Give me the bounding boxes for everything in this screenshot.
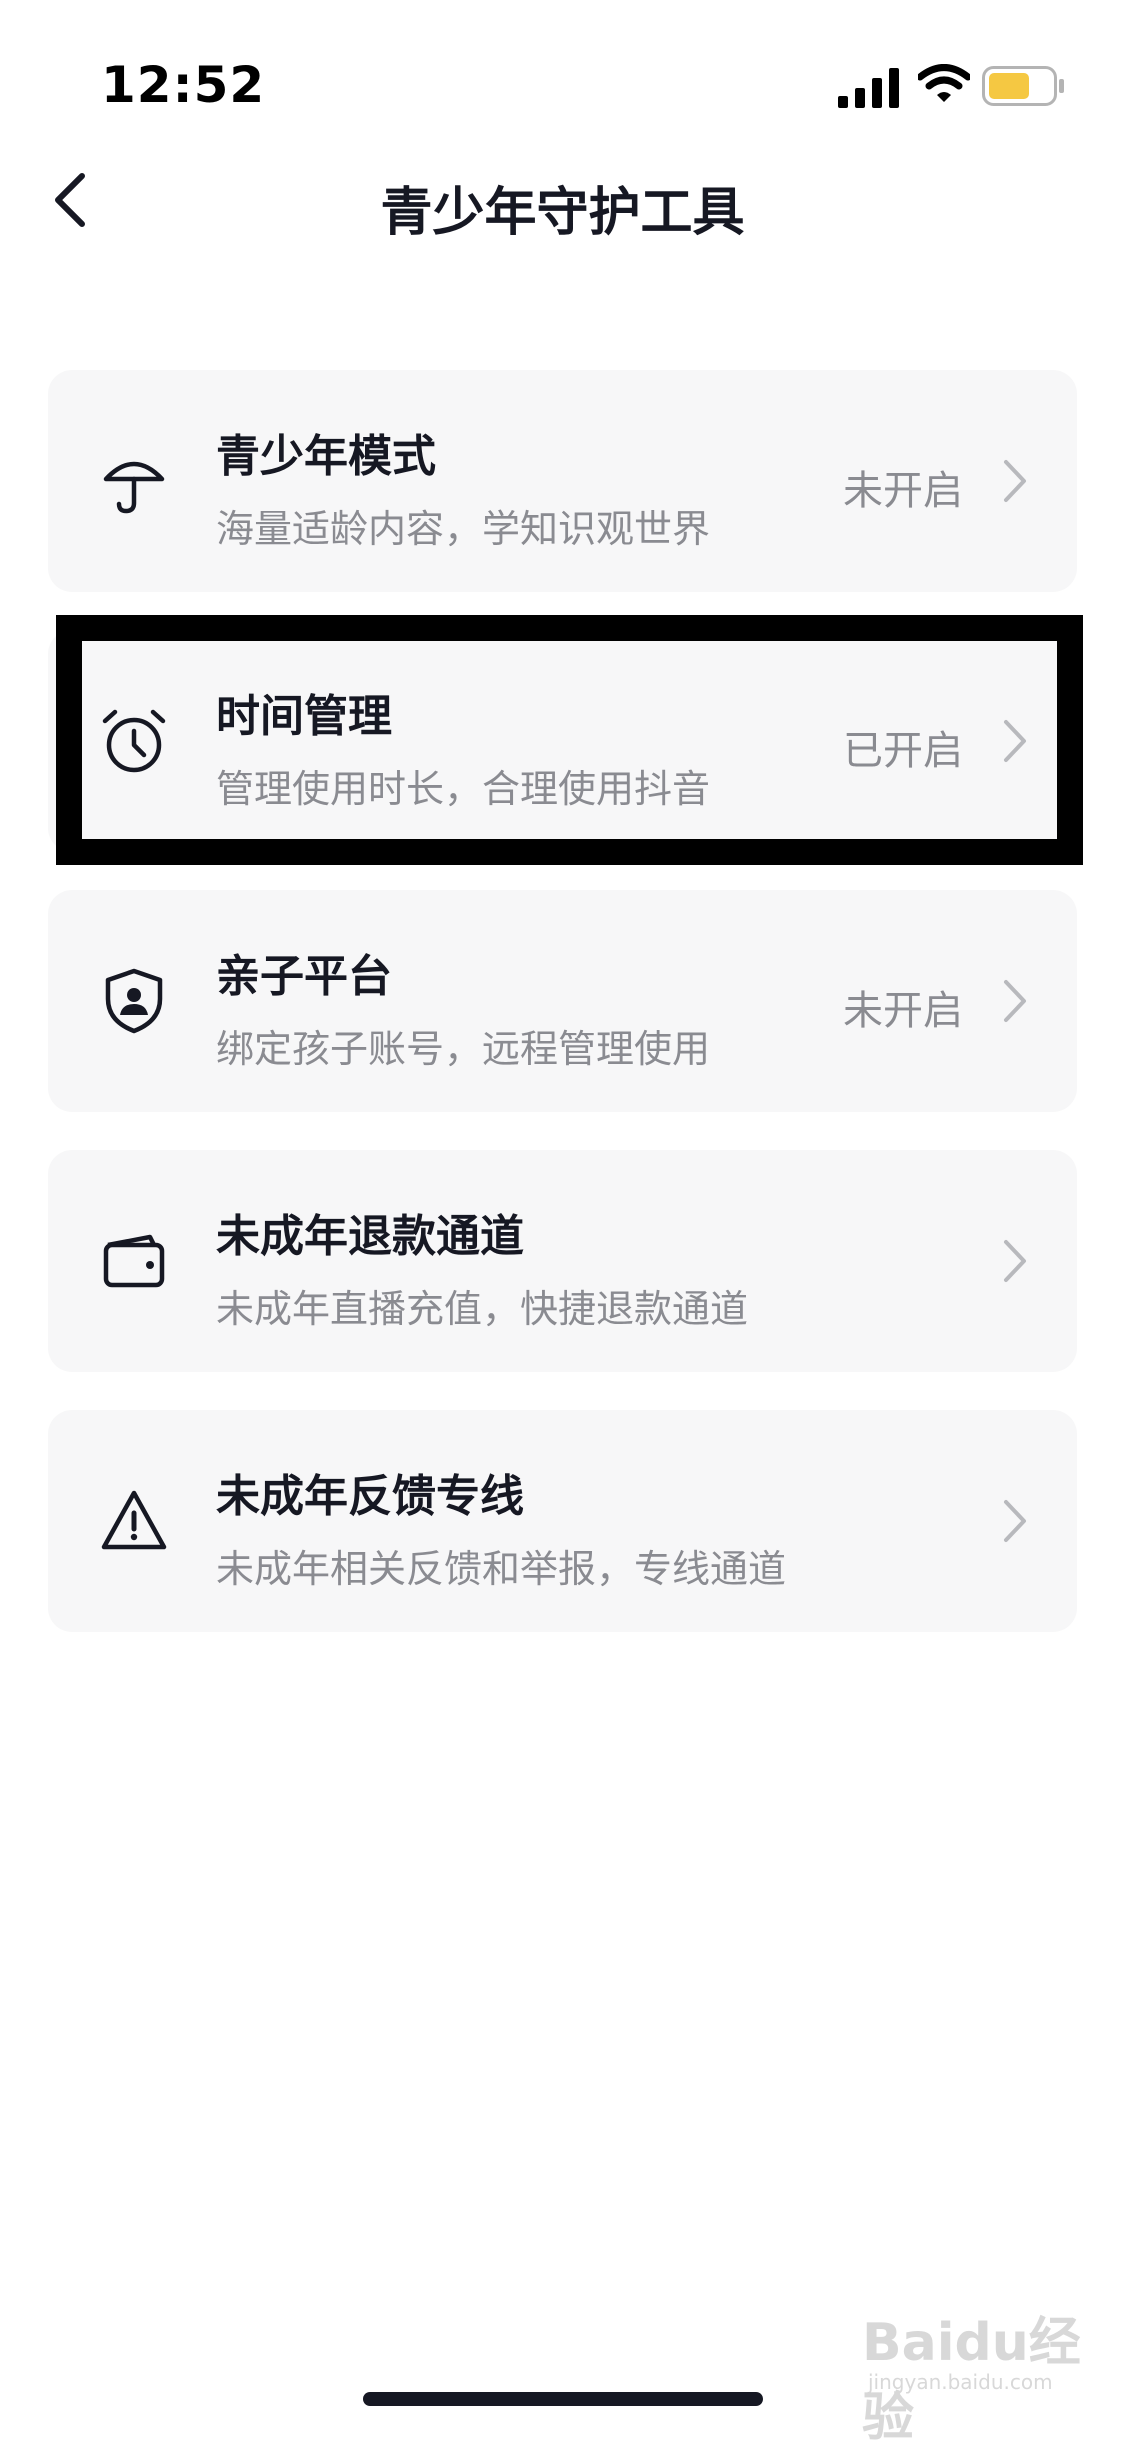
home-indicator[interactable] <box>363 2392 763 2406</box>
card-subtitle: 未成年直播充值，快捷退款通道 <box>216 1287 749 1331</box>
battery-icon <box>982 66 1064 106</box>
chevron-right-icon <box>1004 460 1026 502</box>
nav-bar: 青少年守护工具 <box>0 140 1125 260</box>
highlight-frame <box>56 615 1083 865</box>
status-text: 未开启 <box>843 988 963 1034</box>
card-parent-platform[interactable]: 亲子平台 绑定孩子账号，远程管理使用 未开启 <box>48 890 1077 1112</box>
shield-user-icon <box>105 968 163 1034</box>
card-title: 亲子平台 <box>216 951 392 1002</box>
chevron-right-icon <box>1004 980 1026 1022</box>
status-bar: 12:52 <box>0 0 1125 130</box>
card-subtitle: 海量适龄内容，学知识观世界 <box>216 507 711 551</box>
status-text: 未开启 <box>843 468 963 514</box>
card-teen-mode[interactable]: 青少年模式 海量适龄内容，学知识观世界 未开启 <box>48 370 1077 592</box>
warning-icon <box>101 1490 167 1550</box>
card-title: 未成年退款通道 <box>216 1211 524 1262</box>
wifi-icon <box>918 64 970 102</box>
wallet-icon <box>103 1234 165 1288</box>
card-subtitle: 未成年相关反馈和举报，专线通道 <box>216 1547 787 1591</box>
card-minor-feedback[interactable]: 未成年反馈专线 未成年相关反馈和举报，专线通道 <box>48 1410 1077 1632</box>
status-time: 12:52 <box>101 56 266 114</box>
page-title: 青少年守护工具 <box>380 183 745 243</box>
cellular-signal-icon <box>838 68 899 108</box>
umbrella-icon <box>103 461 165 514</box>
watermark-url: jingyan.baidu.com <box>868 2370 1053 2394</box>
card-subtitle: 绑定孩子账号，远程管理使用 <box>216 1027 711 1071</box>
card-minor-refund[interactable]: 未成年退款通道 未成年直播充值，快捷退款通道 <box>48 1150 1077 1372</box>
card-title: 青少年模式 <box>216 431 436 482</box>
chevron-right-icon <box>1004 1240 1026 1282</box>
chevron-right-icon <box>1004 1500 1026 1542</box>
card-title: 未成年反馈专线 <box>216 1471 524 1522</box>
